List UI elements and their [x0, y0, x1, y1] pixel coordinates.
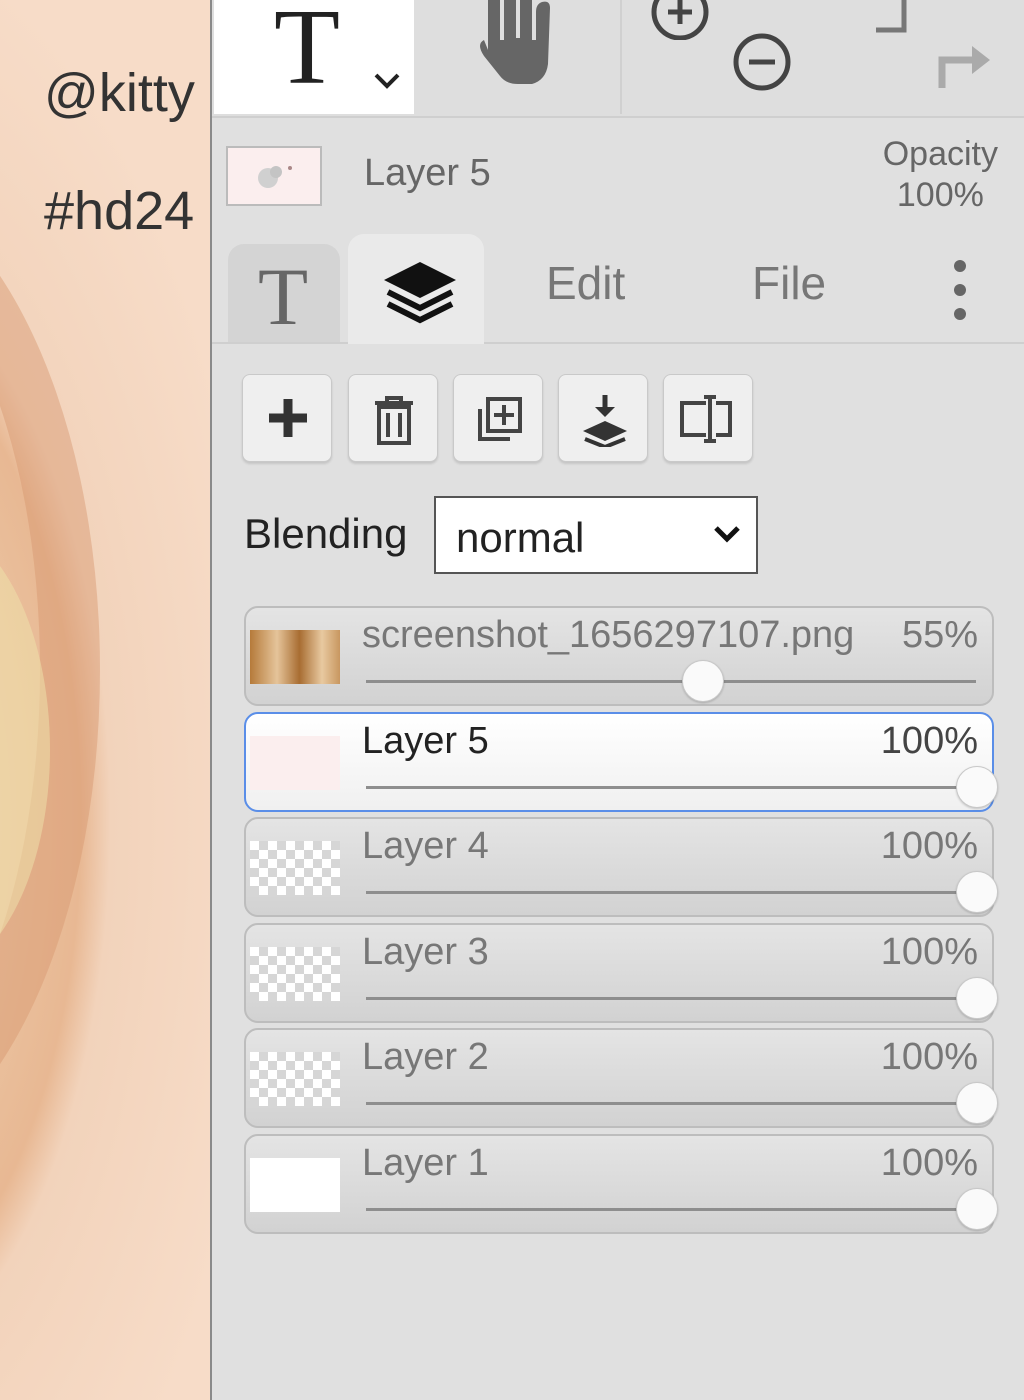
trash-icon [375, 396, 413, 445]
zoom-out-icon[interactable] [730, 30, 794, 94]
plus-icon [269, 399, 307, 437]
layer-name: Layer 3 [362, 931, 489, 973]
current-layer-info: Layer 5 Opacity 100% [212, 118, 1024, 234]
layer-opacity-slider[interactable] [366, 891, 976, 894]
merge-down-button[interactable] [558, 374, 648, 462]
layer-thumbnail [250, 630, 340, 684]
opacity-value: 100% [896, 176, 984, 214]
tab-layers[interactable] [348, 234, 484, 344]
layer-row[interactable]: Layer 2 100% [244, 1028, 998, 1128]
duplicate-icon [478, 397, 522, 441]
layer-thumbnail [250, 841, 340, 895]
current-layer-thumbnail [226, 146, 322, 206]
toolbar: T [212, 0, 1024, 118]
blending-select[interactable]: normal [434, 496, 758, 574]
more-menu-button[interactable] [950, 258, 970, 356]
zoom-in-icon[interactable] [650, 0, 710, 40]
layer-opacity-slider[interactable] [366, 786, 976, 789]
add-layer-button[interactable] [242, 374, 332, 462]
layer-opacity-value: 55% [901, 614, 978, 656]
layer-row[interactable]: Layer 1 100% [244, 1134, 998, 1234]
text-icon: T [258, 251, 309, 342]
layer-name: Layer 4 [362, 825, 489, 867]
layer-opacity-value: 100% [880, 1036, 978, 1078]
image-canvas[interactable]: @kitty #hd24 [0, 0, 210, 1400]
layer-row[interactable]: Layer 5 100% [244, 712, 998, 812]
layer-thumbnail [250, 1052, 340, 1106]
canvas-text-line: #hd24 [44, 181, 195, 241]
opacity-label: Opacity [882, 135, 998, 173]
layer-name: Layer 1 [362, 1142, 489, 1184]
side-panel: T Layer 5 Opacity 100% T Edit File Blend… [210, 0, 1024, 1400]
layer-opacity-slider[interactable] [366, 680, 976, 683]
blending-label: Blending [244, 510, 408, 557]
slider-knob[interactable] [956, 1188, 998, 1230]
tab-edit[interactable]: Edit [546, 256, 625, 354]
chevron-down-icon [714, 526, 740, 543]
layers-icon [384, 262, 456, 324]
layer-opacity-value: 100% [880, 825, 978, 867]
duplicate-layer-button[interactable] [453, 374, 543, 462]
text-tool-icon: T [274, 0, 340, 107]
rename-layer-button[interactable] [663, 374, 753, 462]
layer-row[interactable]: Layer 4 100% [244, 817, 998, 917]
undo-icon[interactable] [864, 0, 920, 40]
merge-down-icon [583, 395, 627, 447]
toolbar-divider [620, 0, 622, 114]
hand-tool-button[interactable] [462, 0, 562, 114]
tab-text[interactable]: T [228, 244, 340, 342]
slider-knob[interactable] [956, 766, 998, 808]
slider-knob[interactable] [956, 977, 998, 1019]
layer-name: Layer 2 [362, 1036, 489, 1078]
redo-icon[interactable] [934, 30, 998, 94]
layer-thumbnail [250, 736, 340, 790]
layer-opacity-slider[interactable] [366, 1208, 976, 1211]
layer-row[interactable]: screenshot_1656297107.png 55% [244, 606, 994, 706]
layer-opacity-value: 100% [880, 1142, 978, 1184]
text-tool-button[interactable]: T [214, 0, 414, 114]
current-layer-opacity: Opacity 100% [883, 134, 998, 216]
rename-icon [680, 395, 732, 443]
layer-opacity-value: 100% [880, 931, 978, 973]
panel-tabs: T Edit File [212, 234, 1024, 344]
layer-opacity-slider[interactable] [366, 997, 976, 1000]
chevron-down-icon[interactable] [372, 70, 402, 92]
blending-value: normal [456, 514, 585, 561]
current-layer-name: Layer 5 [364, 152, 491, 194]
layer-thumbnail [250, 1158, 340, 1212]
layer-row[interactable]: Layer 3 100% [244, 923, 998, 1023]
layer-name: Layer 5 [362, 720, 489, 762]
more-vertical-icon [954, 260, 966, 320]
tab-file[interactable]: File [752, 256, 826, 354]
hand-icon [480, 0, 550, 84]
layer-thumbnail [250, 947, 340, 1001]
layer-name: screenshot_1656297107.png [362, 614, 855, 656]
slider-knob[interactable] [956, 871, 998, 913]
canvas-text-line: @kitty [44, 63, 195, 123]
layer-opacity-value: 100% [880, 720, 978, 762]
delete-layer-button[interactable] [348, 374, 438, 462]
slider-knob[interactable] [681, 660, 724, 702]
slider-knob[interactable] [956, 1082, 998, 1124]
layer-opacity-slider[interactable] [366, 1102, 976, 1105]
